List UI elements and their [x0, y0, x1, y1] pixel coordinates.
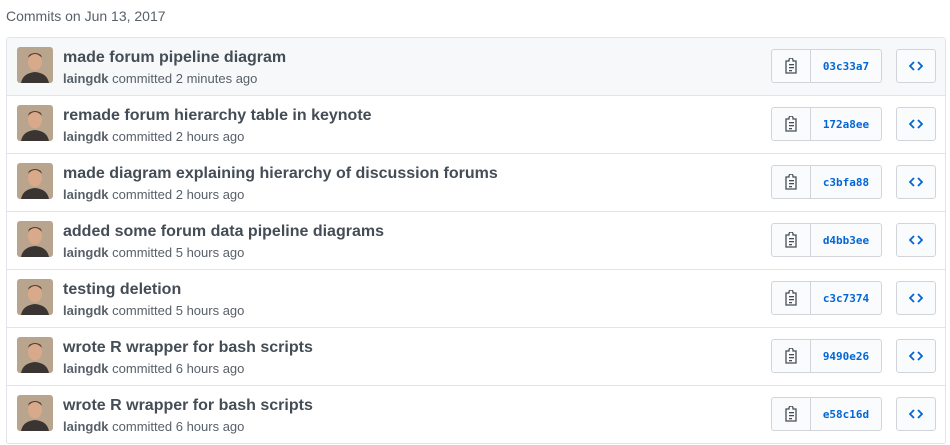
commit-author-link[interactable]: laingdk: [63, 245, 109, 260]
avatar[interactable]: [17, 47, 53, 83]
commit-row: made diagram explaining hierarchy of dis…: [7, 153, 945, 211]
commit-title-link[interactable]: wrote R wrapper for bash scripts: [63, 397, 313, 415]
commit-sha-link[interactable]: 03c33a7: [811, 50, 881, 82]
avatar[interactable]: [17, 163, 53, 199]
commit-meta: laingdk committed 6 hours ago: [63, 361, 244, 376]
commit-action: committed: [112, 129, 173, 144]
browse-repo-button[interactable]: [896, 223, 936, 257]
sha-button-group: c3bfa88: [771, 165, 882, 199]
clippy-icon: [785, 116, 797, 132]
commit-action: committed: [112, 361, 173, 376]
commit-author-link[interactable]: laingdk: [63, 71, 109, 86]
copy-sha-button[interactable]: [772, 224, 811, 256]
commit-title-link[interactable]: remade forum hierarchy table in keynote: [63, 107, 372, 125]
commit-title-link[interactable]: made forum pipeline diagram: [63, 49, 286, 67]
commit-action: committed: [112, 245, 173, 260]
commit-action: committed: [112, 303, 173, 318]
commit-sha-link[interactable]: d4bb3ee: [811, 224, 881, 256]
copy-sha-button[interactable]: [772, 282, 811, 314]
commit-author-link[interactable]: laingdk: [63, 187, 109, 202]
commit-row: remade forum hierarchy table in keynote …: [7, 95, 945, 153]
commit-list: made forum pipeline diagram laingdk comm…: [6, 37, 946, 444]
commit-action: committed: [112, 71, 173, 86]
commit-sha-link[interactable]: c3bfa88: [811, 166, 881, 198]
browse-repo-button[interactable]: [896, 165, 936, 199]
clippy-icon: [785, 290, 797, 306]
commit-meta: laingdk committed 2 minutes ago: [63, 71, 257, 86]
code-icon: [909, 235, 923, 245]
commit-author-link[interactable]: laingdk: [63, 419, 109, 434]
commit-author-link[interactable]: laingdk: [63, 129, 109, 144]
commit-time: 5 hours ago: [175, 303, 245, 318]
browse-repo-button[interactable]: [896, 339, 936, 373]
commit-sha-link[interactable]: 172a8ee: [811, 108, 881, 140]
commit-meta: laingdk committed 2 hours ago: [63, 129, 244, 144]
commit-time: 2 hours ago: [175, 129, 245, 144]
commit-row: wrote R wrapper for bash scripts laingdk…: [7, 385, 945, 443]
sha-button-group: d4bb3ee: [771, 223, 882, 257]
clippy-icon: [785, 406, 797, 422]
commit-time: 5 hours ago: [175, 245, 245, 260]
commit-title-link[interactable]: wrote R wrapper for bash scripts: [63, 339, 313, 357]
commit-meta: laingdk committed 2 hours ago: [63, 187, 244, 202]
code-icon: [909, 351, 923, 361]
avatar[interactable]: [17, 395, 53, 431]
commit-action: committed: [112, 419, 173, 434]
sha-button-group: 03c33a7: [771, 49, 882, 83]
code-icon: [909, 293, 923, 303]
copy-sha-button[interactable]: [772, 50, 811, 82]
commit-meta: laingdk committed 6 hours ago: [63, 419, 244, 434]
sha-button-group: c3c7374: [771, 281, 882, 315]
browse-repo-button[interactable]: [896, 49, 936, 83]
copy-sha-button[interactable]: [772, 166, 811, 198]
code-icon: [909, 409, 923, 419]
browse-repo-button[interactable]: [896, 281, 936, 315]
commit-author-link[interactable]: laingdk: [63, 361, 109, 376]
clippy-icon: [785, 174, 797, 190]
commit-group-date: Commits on Jun 13, 2017: [6, 8, 166, 24]
commit-time: 2 hours ago: [175, 187, 245, 202]
commit-meta: laingdk committed 5 hours ago: [63, 303, 244, 318]
sha-button-group: 9490e26: [771, 339, 882, 373]
commit-author-link[interactable]: laingdk: [63, 303, 109, 318]
commit-title-link[interactable]: testing deletion: [63, 281, 181, 299]
code-icon: [909, 119, 923, 129]
avatar[interactable]: [17, 105, 53, 141]
sha-button-group: 172a8ee: [771, 107, 882, 141]
commit-sha-link[interactable]: e58c16d: [811, 398, 881, 430]
code-icon: [909, 177, 923, 187]
avatar[interactable]: [17, 279, 53, 315]
commit-sha-link[interactable]: c3c7374: [811, 282, 881, 314]
commit-row: testing deletion laingdk committed 5 hou…: [7, 269, 945, 327]
commit-sha-link[interactable]: 9490e26: [811, 340, 881, 372]
clippy-icon: [785, 348, 797, 364]
sha-button-group: e58c16d: [771, 397, 882, 431]
commit-action: committed: [112, 187, 173, 202]
copy-sha-button[interactable]: [772, 340, 811, 372]
commit-title-link[interactable]: made diagram explaining hierarchy of dis…: [63, 165, 498, 183]
avatar[interactable]: [17, 337, 53, 373]
commit-time: 2 minutes ago: [175, 71, 258, 86]
copy-sha-button[interactable]: [772, 398, 811, 430]
browse-repo-button[interactable]: [896, 397, 936, 431]
clippy-icon: [785, 232, 797, 248]
commit-row: made forum pipeline diagram laingdk comm…: [7, 38, 945, 95]
commit-meta: laingdk committed 5 hours ago: [63, 245, 244, 260]
commit-row: wrote R wrapper for bash scripts laingdk…: [7, 327, 945, 385]
copy-sha-button[interactable]: [772, 108, 811, 140]
clippy-icon: [785, 58, 797, 74]
commit-time: 6 hours ago: [175, 419, 245, 434]
browse-repo-button[interactable]: [896, 107, 936, 141]
commit-row: added some forum data pipeline diagrams …: [7, 211, 945, 269]
commit-time: 6 hours ago: [175, 361, 245, 376]
avatar[interactable]: [17, 221, 53, 257]
code-icon: [909, 61, 923, 71]
commit-title-link[interactable]: added some forum data pipeline diagrams: [63, 223, 384, 241]
